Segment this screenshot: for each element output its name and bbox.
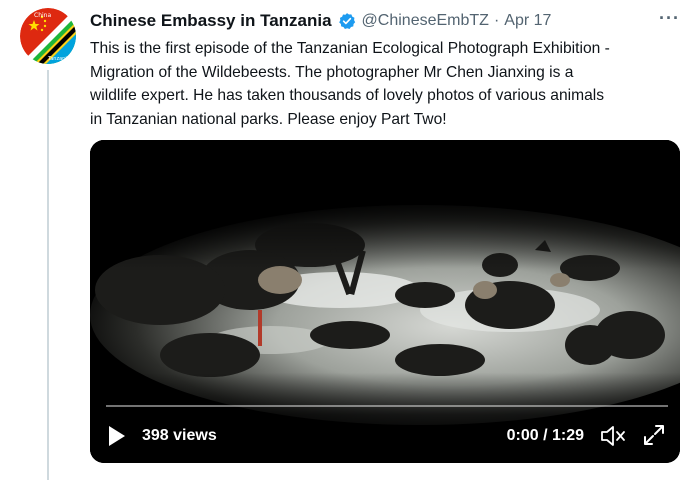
tweet-text: This is the first episode of the Tanzani…: [90, 37, 690, 131]
verified-badge-icon: [338, 13, 355, 29]
play-icon[interactable]: [108, 425, 126, 447]
expand-icon[interactable]: [642, 423, 666, 447]
avatar-text-bottom: Tanzania: [47, 56, 70, 62]
header-separator: ·: [493, 12, 500, 29]
speaker-muted-icon[interactable]: [600, 425, 626, 447]
video-player[interactable]: 398 views 0:00 / 1:29: [90, 140, 680, 463]
more-options-icon[interactable]: ···: [659, 8, 680, 29]
tweet-text-line: This is the first episode of the Tanzani…: [90, 40, 610, 57]
video-progress-bar[interactable]: [106, 405, 668, 407]
video-timecode: 0:00 / 1:29: [506, 427, 584, 444]
tweet-text-line: wildlife expert. He has taken thousands …: [90, 87, 605, 104]
avatar-text-top: China: [34, 12, 51, 19]
author-display-name[interactable]: Chinese Embassy in Tanzania: [90, 11, 332, 31]
tweet-header: Chinese Embassy in Tanzania @ChineseEmbT…: [90, 8, 686, 32]
tweet-text-line: in Tanzanian national parks. Please enjo…: [90, 110, 447, 128]
author-handle[interactable]: @ChineseEmbTZ: [362, 12, 489, 30]
tweet[interactable]: China Tanzania Chinese Embassy in Tanzan…: [0, 0, 700, 480]
thread-line: [47, 70, 49, 480]
view-count: 398 views: [142, 427, 217, 444]
avatar[interactable]: China Tanzania: [20, 8, 76, 64]
tweet-text-line: Migration of the Wildebeests. The photog…: [90, 63, 574, 81]
video-controls: 398 views 0:00 / 1:29: [90, 401, 680, 463]
tweet-date[interactable]: Apr 17: [504, 12, 551, 30]
